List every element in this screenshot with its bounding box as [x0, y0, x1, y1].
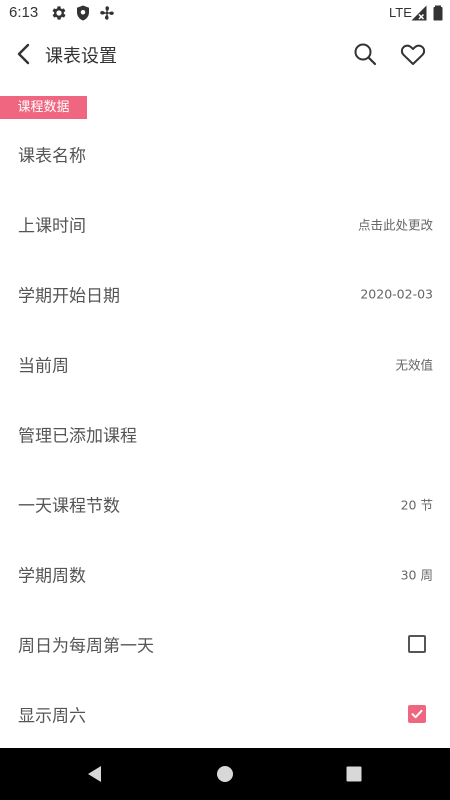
- signal-icon: [410, 4, 428, 22]
- back-triangle-icon: [88, 766, 101, 782]
- nav-recents-button[interactable]: [342, 762, 366, 786]
- nav-back-button[interactable]: [83, 762, 107, 786]
- heart-icon: [400, 44, 426, 65]
- search-icon: [354, 43, 377, 66]
- section-tag: 课程数据: [0, 96, 87, 119]
- row-show-saturday[interactable]: 显示周六: [0, 679, 450, 749]
- shield-icon: [74, 4, 92, 22]
- row-title: 学期开始日期: [18, 286, 120, 307]
- nav-home-button[interactable]: [213, 762, 237, 786]
- row-title: 课表名称: [18, 146, 86, 167]
- row-title: 学期周数: [18, 566, 86, 587]
- status-time: 6:13: [9, 4, 39, 21]
- status-bar: 6:13 LTE: [0, 0, 450, 26]
- row-value: 无效值: [395, 357, 433, 373]
- row-title: 一天课程节数: [18, 496, 120, 517]
- row-value: 20 节: [400, 497, 433, 513]
- row-title: 当前周: [18, 356, 69, 377]
- chevron-left-icon: [17, 43, 30, 65]
- home-circle-icon: [217, 766, 233, 782]
- battery-icon: [429, 4, 447, 22]
- row-schedule-name[interactable]: 课表名称: [0, 119, 450, 189]
- network-type: LTE: [389, 5, 412, 20]
- row-title: 显示周六: [18, 706, 86, 727]
- search-button[interactable]: [349, 38, 381, 70]
- gear-icon: [50, 4, 68, 22]
- row-title: 周日为每周第一天: [18, 636, 154, 657]
- recents-square-icon: [346, 766, 362, 782]
- fan-icon: [98, 4, 116, 22]
- row-term-start-date[interactable]: 学期开始日期 2020-02-03: [0, 259, 450, 329]
- toolbar: 课表设置: [0, 26, 450, 82]
- show-saturday-checkbox[interactable]: [408, 705, 426, 723]
- row-manage-courses[interactable]: 管理已添加课程: [0, 399, 450, 469]
- row-sunday-first[interactable]: 周日为每周第一天: [0, 609, 450, 679]
- row-current-week[interactable]: 当前周 无效值: [0, 329, 450, 399]
- row-term-weeks[interactable]: 学期周数 30 周: [0, 539, 450, 609]
- row-periods-per-day[interactable]: 一天课程节数 20 节: [0, 469, 450, 539]
- row-value: 30 周: [400, 567, 433, 583]
- row-value: 2020-02-03: [360, 286, 433, 302]
- row-class-time[interactable]: 上课时间 点击此处更改: [0, 189, 450, 259]
- favorite-button[interactable]: [397, 38, 429, 70]
- back-button[interactable]: [8, 38, 40, 70]
- row-title: 上课时间: [18, 216, 86, 237]
- page-title: 课表设置: [45, 46, 117, 67]
- sunday-first-checkbox[interactable]: [408, 635, 426, 653]
- row-value: 点击此处更改: [357, 217, 433, 233]
- row-title: 管理已添加课程: [18, 426, 137, 447]
- nav-bar: [0, 748, 450, 800]
